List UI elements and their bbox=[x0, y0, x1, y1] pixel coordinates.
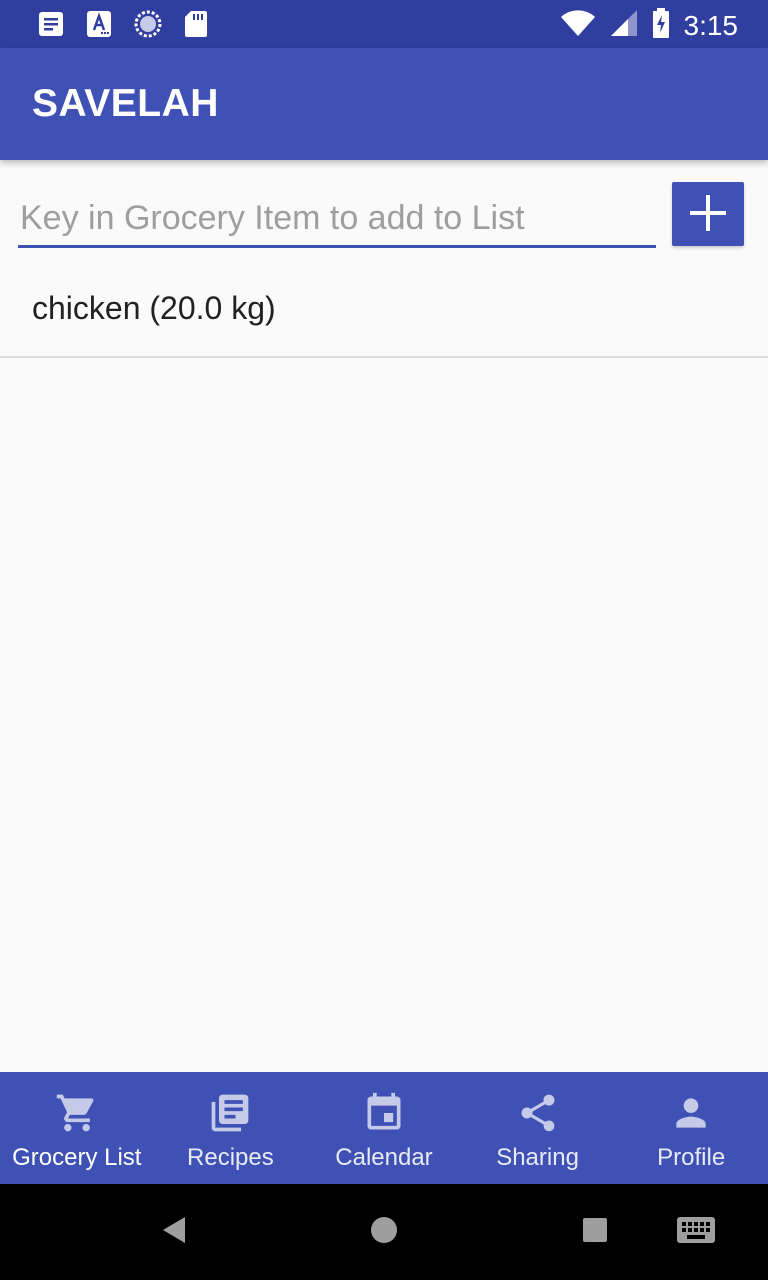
status-bar: 3:15 bbox=[0, 0, 768, 48]
nav-item-grocery-list[interactable]: Grocery List bbox=[0, 1072, 154, 1184]
nav-item-calendar[interactable]: Calendar bbox=[307, 1072, 461, 1184]
status-time: 3:15 bbox=[683, 9, 739, 41]
nav-item-profile[interactable]: Profile bbox=[614, 1072, 768, 1184]
home-circle-icon bbox=[369, 1215, 399, 1250]
nav-label-sharing: Sharing bbox=[496, 1144, 579, 1171]
list-item-label: chicken (20.0 kg) bbox=[32, 289, 276, 326]
wifi-icon bbox=[560, 9, 596, 42]
grocery-list: chicken (20.0 kg) bbox=[0, 262, 768, 358]
app-title: SAVELAH bbox=[32, 82, 219, 125]
calendar-icon bbox=[361, 1090, 407, 1136]
sd-card-icon bbox=[184, 10, 208, 43]
bottom-navigation: Grocery List Recipes Calendar Sharing Pr… bbox=[0, 1072, 768, 1184]
notification-icons bbox=[38, 10, 208, 43]
keyboard-icon bbox=[676, 1215, 716, 1250]
system-status-icons: 3:15 bbox=[560, 8, 739, 43]
nav-label-grocery-list: Grocery List bbox=[12, 1144, 142, 1171]
home-button[interactable] bbox=[364, 1212, 404, 1252]
add-item-row bbox=[0, 160, 768, 260]
person-icon bbox=[668, 1090, 714, 1136]
app-screen: 3:15 SAVELAH chicken (20.0 kg) Grocery L… bbox=[0, 0, 768, 1280]
signal-icon bbox=[610, 9, 638, 42]
cart-icon bbox=[54, 1090, 100, 1136]
document-icon bbox=[38, 11, 64, 42]
nav-label-recipes: Recipes bbox=[187, 1144, 274, 1171]
app-bar: SAVELAH bbox=[0, 48, 768, 160]
grocery-item-input[interactable] bbox=[18, 192, 656, 248]
system-navigation-bar bbox=[0, 1184, 768, 1280]
plus-icon bbox=[688, 193, 728, 236]
recipes-icon bbox=[207, 1090, 253, 1136]
share-icon bbox=[515, 1090, 561, 1136]
nav-label-profile: Profile bbox=[657, 1144, 726, 1171]
keyboard-switch-button[interactable] bbox=[676, 1212, 716, 1252]
back-button[interactable] bbox=[154, 1212, 194, 1252]
battery-charging-icon bbox=[652, 8, 670, 43]
sync-spinner-icon bbox=[134, 10, 162, 43]
recents-square-icon bbox=[581, 1216, 609, 1249]
nav-item-recipes[interactable]: Recipes bbox=[154, 1072, 308, 1184]
list-item[interactable]: chicken (20.0 kg) bbox=[0, 262, 768, 358]
nav-label-calendar: Calendar bbox=[335, 1144, 433, 1171]
add-item-button[interactable] bbox=[672, 182, 744, 246]
back-triangle-icon bbox=[159, 1215, 189, 1250]
recents-button[interactable] bbox=[575, 1212, 615, 1252]
nav-item-sharing[interactable]: Sharing bbox=[461, 1072, 615, 1184]
text-a-icon bbox=[86, 10, 112, 43]
